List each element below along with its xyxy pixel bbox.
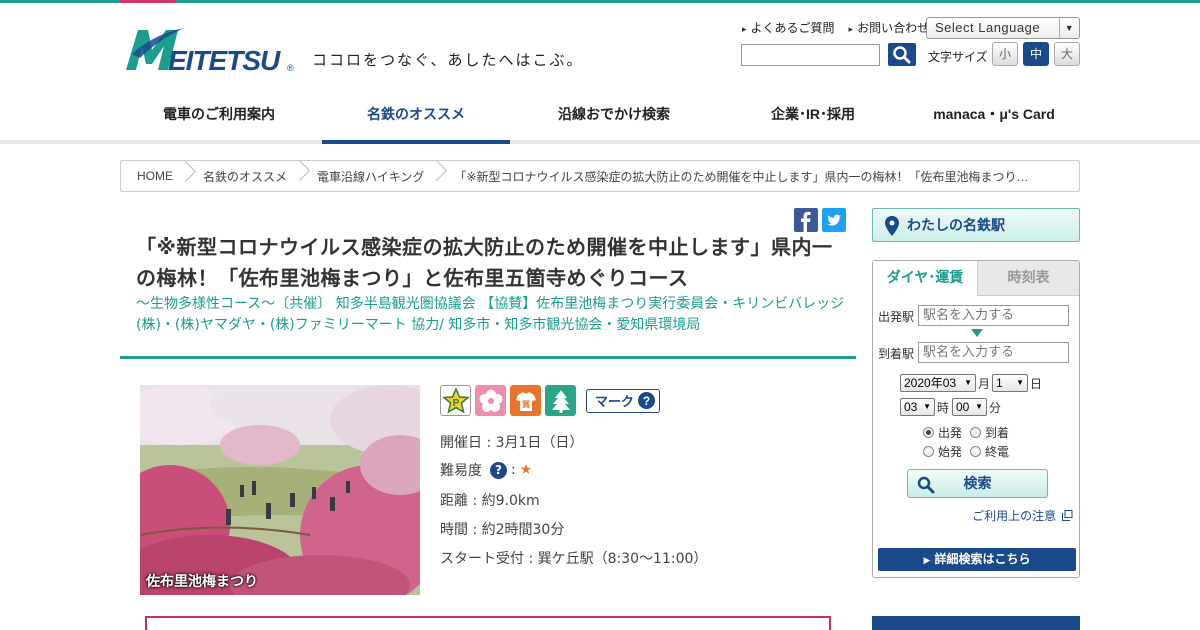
course-time: 時間 : 約2時間30分 xyxy=(440,522,565,538)
map-pin-icon xyxy=(885,216,899,236)
nav-item-outing-search[interactable]: 沿線おでかけ検索 xyxy=(510,90,718,144)
svg-text:賞: 賞 xyxy=(522,399,530,409)
breadcrumb-recommend[interactable]: 名鉄のオススメ xyxy=(187,168,301,185)
radio-arrive[interactable]: 到着 xyxy=(970,424,1009,441)
top-accent-pink xyxy=(120,0,176,3)
hour-select[interactable]: 03 xyxy=(900,398,935,416)
external-window-icon xyxy=(1062,510,1073,521)
minute-unit: 分 xyxy=(989,401,1002,415)
font-size-medium-button[interactable]: 中 xyxy=(1023,42,1049,66)
to-station-input[interactable] xyxy=(918,342,1069,363)
gift-icon: 賞 xyxy=(510,385,541,416)
to-station-label: 到着駅 xyxy=(878,347,915,361)
language-select-label: Select Language xyxy=(935,20,1041,35)
difficulty-row: 難易度 ? : ★ xyxy=(440,460,532,480)
sidebar-next-banner xyxy=(872,616,1080,630)
usage-notice-link[interactable]: ご利用上の注意 xyxy=(972,507,1073,524)
difficulty-label: 難易度 xyxy=(440,463,482,479)
advanced-search-label: 詳細検索はこちら xyxy=(934,552,1031,566)
breadcrumb-home[interactable]: HOME xyxy=(121,169,187,183)
site-search-input[interactable] xyxy=(741,44,880,66)
course-distance: 距離 : 約9.0km xyxy=(440,493,540,509)
tree-icon xyxy=(545,385,576,416)
start-reception: スタート受付 : 巽ケ丘駅（8:30～11:00） xyxy=(440,551,708,567)
year-month-select[interactable]: 2020年03 xyxy=(900,374,976,392)
notice-box xyxy=(145,616,831,630)
difficulty-help-icon[interactable]: ? xyxy=(490,461,507,479)
meitetsu-logo[interactable]: EITETSU ® xyxy=(124,24,299,74)
svg-text:®: ® xyxy=(287,63,294,73)
tab-timetable[interactable]: 時刻表 xyxy=(977,261,1079,296)
twitter-icon xyxy=(827,214,841,226)
breadcrumb-current: 「※新型コロナウイルス感染症の拡大防止のため開催を中止します」県内一の梅林！「佐… xyxy=(454,169,1029,184)
facebook-share-button[interactable] xyxy=(794,208,818,232)
arrow-down-icon xyxy=(971,329,983,337)
font-size-label: 文字サイズ xyxy=(928,50,988,64)
search-icon xyxy=(917,476,935,494)
title-rule xyxy=(120,356,856,359)
global-nav: 電車のご利用案内 名鉄のオススメ 沿線おでかけ検索 企業･IR･採用 manac… xyxy=(120,90,1080,144)
mark-legend-label: マーク xyxy=(595,394,635,409)
svg-text:EITETSU: EITETSU xyxy=(168,45,281,74)
tab-fare[interactable]: ダイヤ･運賃 xyxy=(873,261,977,296)
from-station-label: 出発駅 xyxy=(878,310,915,324)
advanced-search-button[interactable]: ▶ 詳細検索はこちら xyxy=(878,548,1076,571)
chevron-down-icon: ▼ xyxy=(1059,18,1079,38)
difficulty-star-icon: ★ xyxy=(519,462,533,478)
my-station-button[interactable]: わたしの名鉄駅 xyxy=(872,208,1080,242)
minute-select[interactable]: 00 xyxy=(952,398,987,416)
font-size-small-button[interactable]: 小 xyxy=(992,42,1018,66)
from-station-input[interactable] xyxy=(918,305,1069,326)
event-date: 開催日 : 3月1日（日） xyxy=(440,435,584,451)
site-search-button[interactable] xyxy=(888,43,916,66)
course-marks: P 賞 マーク ? xyxy=(440,385,661,416)
route-search-panel: ダイヤ･運賃 時刻表 出発駅 到着駅 2020年03 月 1 日 03 時 00… xyxy=(872,260,1080,578)
svg-text:P: P xyxy=(452,398,459,409)
month-unit: 月 xyxy=(978,377,991,391)
photo-caption: 佐布里池梅まつり xyxy=(146,574,258,590)
caret-right-icon: ▶ xyxy=(923,555,931,565)
nav-item-manaca[interactable]: manaca・μ's Card xyxy=(908,90,1080,144)
facebook-icon xyxy=(801,211,811,232)
mark-legend-button[interactable]: マーク ? xyxy=(586,388,661,413)
page-title: 「※新型コロナウイルス感染症の拡大防止のため開催を中止します」県内一の梅林！「佐… xyxy=(136,235,833,290)
route-search-label: 検索 xyxy=(963,475,992,491)
day-select[interactable]: 1 xyxy=(992,374,1028,392)
page-subtitle: ～生物多様性コース～〔共催〕 知多半島観光圏協議会 【協賛】佐布里池梅まつり実行… xyxy=(136,296,845,333)
breadcrumb: HOME 名鉄のオススメ 電車沿線ハイキング 「※新型コロナウイルス感染症の拡大… xyxy=(120,160,1080,192)
nav-item-corporate[interactable]: 企業･IR･採用 xyxy=(718,90,908,144)
route-search-button[interactable]: 検索 xyxy=(907,469,1048,498)
event-photo: 佐布里池梅まつり xyxy=(140,385,420,595)
faq-link[interactable]: よくあるご質問 xyxy=(742,19,835,36)
plum-garden-image xyxy=(140,385,420,595)
top-links: よくあるご質問 お問い合わせ xyxy=(742,19,930,36)
nav-item-recommend[interactable]: 名鉄のオススメ xyxy=(322,90,510,144)
flower-icon xyxy=(475,385,506,416)
tagline: ココロをつなぐ、あしたへはこぶ。 xyxy=(312,51,584,69)
radio-last[interactable]: 終電 xyxy=(970,443,1009,460)
radio-depart[interactable]: 出発 xyxy=(923,424,962,441)
top-accent-bar xyxy=(0,0,1200,3)
radio-first[interactable]: 始発 xyxy=(923,443,962,460)
difficulty-separator: : xyxy=(511,462,516,478)
day-unit: 日 xyxy=(1030,377,1043,391)
parking-icon: P xyxy=(440,385,471,416)
language-select[interactable]: Select Language ▼ xyxy=(926,17,1080,39)
font-size-large-button[interactable]: 大 xyxy=(1054,42,1080,66)
hour-unit: 時 xyxy=(937,401,950,415)
my-station-label: わたしの名鉄駅 xyxy=(907,217,1005,233)
contact-link[interactable]: お問い合わせ xyxy=(849,19,929,36)
breadcrumb-hiking[interactable]: 電車沿線ハイキング xyxy=(301,168,438,185)
nav-item-train-guide[interactable]: 電車のご利用案内 xyxy=(120,90,318,144)
search-icon xyxy=(893,46,911,64)
question-icon: ? xyxy=(638,392,656,409)
twitter-share-button[interactable] xyxy=(822,208,846,232)
